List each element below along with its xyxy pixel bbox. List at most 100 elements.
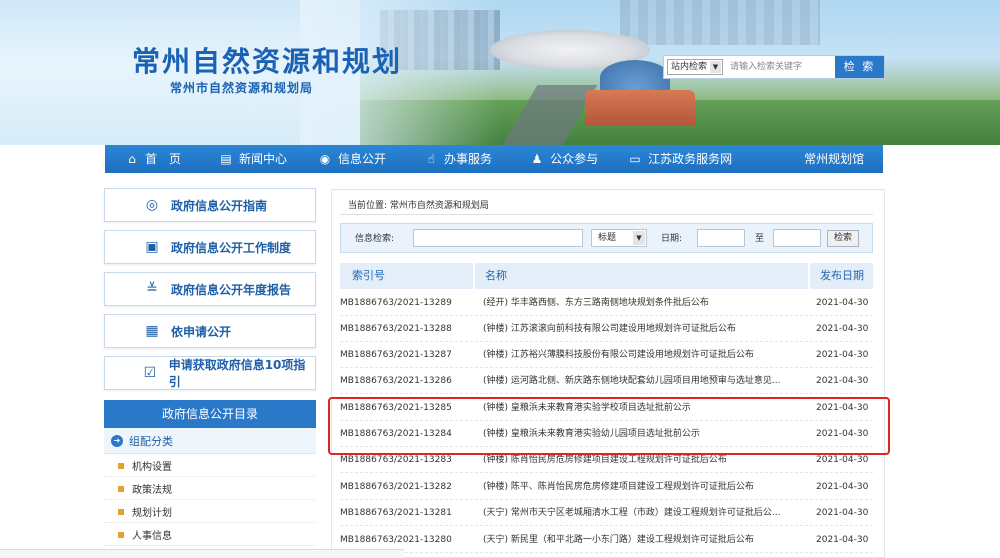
- sidebar-annual-report-button[interactable]: ≚ 政府信息公开年度报告: [104, 272, 316, 306]
- banner-skyline-far: [620, 0, 820, 45]
- table-row[interactable]: MB1886763/2021-13287 (钟楼) 江苏裕兴薄膜科技股份有限公司…: [340, 342, 873, 368]
- table-row[interactable]: MB1886763/2021-13289 (经开) 华丰路西侧、东方三路南侧地块…: [340, 290, 873, 316]
- row-title-link[interactable]: (经开) 华丰路西侧、东方三路南侧地块规划条件批后公布: [483, 290, 809, 316]
- divider: [340, 214, 873, 215]
- row-index: MB1886763/2021-13288: [340, 324, 452, 334]
- date-label: 日期:: [661, 234, 683, 244]
- row-index: MB1886763/2021-13289: [340, 298, 452, 308]
- filter-search-button[interactable]: 检索: [827, 230, 859, 247]
- sidebar-guide-button[interactable]: ◎ 政府信息公开指南: [104, 188, 316, 222]
- breadcrumb: 当前位置: 常州市自然资源和规划局: [348, 201, 489, 211]
- arrow-right-icon: ➜: [111, 434, 123, 447]
- directory-item-label: 规划计划: [132, 508, 172, 519]
- main-nav: ⌂ 首 页 ▤ 新闻中心 ◉ 信息公开 ☝ 办事服务 ♟ 公众参与 ▭ 江苏政务…: [105, 145, 883, 173]
- thumbs-up-icon: ☝: [427, 152, 435, 166]
- row-title-link[interactable]: (钟楼) 陈平、陈肖怡民房危房修建项目建设工程规划许可证批后公布: [483, 474, 809, 500]
- chevron-down-icon: ▼: [633, 231, 645, 245]
- site-subtitle: 常州市自然资源和规划局: [170, 81, 314, 95]
- row-title-link[interactable]: (钟楼) 运河路北侧、新庆路东侧地块配套幼儿园项目用地预审与选址意见...: [483, 368, 809, 394]
- sidebar-button-label: 申请获取政府信息10项指引: [168, 358, 306, 389]
- directory-item-label: 人事信息: [132, 531, 172, 542]
- search-button[interactable]: 检 索: [835, 56, 884, 78]
- nav-item-jiangsu-gov[interactable]: ▭ 江苏政务服务网: [628, 145, 732, 173]
- search-scope-label: 站内检索: [671, 62, 708, 72]
- nav-item-participation[interactable]: ♟ 公众参与: [530, 145, 598, 173]
- globe-icon: ◉: [319, 152, 331, 166]
- directory-item[interactable]: 政策法规: [104, 478, 316, 500]
- field-select[interactable]: 标题 ▼: [591, 229, 647, 247]
- bullet-icon: [118, 462, 124, 469]
- site-title: 常州自然资源和规划: [132, 45, 403, 78]
- row-title-link[interactable]: (天宁) 新民里（和平北路一小东门路）建设工程规划许可证批后公布: [483, 527, 809, 553]
- to-label: 至: [755, 234, 765, 244]
- column-divider: [473, 263, 475, 289]
- nav-item-planning-hall[interactable]: 常州规划馆: [804, 145, 864, 173]
- sidebar-button-label: 政府信息公开工作制度: [171, 240, 292, 255]
- row-index: MB1886763/2021-13286: [340, 376, 452, 386]
- nav-item-news[interactable]: ▤ 新闻中心: [219, 145, 287, 173]
- table-row[interactable]: MB1886763/2021-13280 (天宁) 新民里（和平北路一小东门路）…: [340, 527, 873, 553]
- row-index: MB1886763/2021-13281: [340, 508, 452, 518]
- row-title-link[interactable]: (天宁) 常州市天宁区老城厢清水工程（市政）建设工程规划许可证批后公...: [483, 500, 809, 526]
- row-date: 2021-04-30: [816, 324, 869, 334]
- start-date-input[interactable]: [697, 229, 745, 247]
- checklist-icon: ☑: [143, 365, 157, 381]
- field-select-value: 标题: [598, 233, 617, 243]
- chart-icon: ≚: [146, 281, 158, 297]
- table-row[interactable]: MB1886763/2021-13281 (天宁) 常州市天宁区老城厢清水工程（…: [340, 500, 873, 526]
- directory-title: 政府信息公开目录: [104, 400, 316, 428]
- column-divider: [808, 263, 810, 289]
- sidebar-button-label: 依申请公开: [171, 324, 232, 339]
- nav-item-label: 常州规划馆: [804, 152, 865, 166]
- row-index: MB1886763/2021-13287: [340, 350, 452, 360]
- banner-building: [585, 90, 695, 125]
- keyword-input[interactable]: [413, 229, 583, 247]
- row-date: 2021-04-30: [816, 508, 869, 518]
- nav-item-services[interactable]: ☝ 办事服务: [424, 145, 492, 173]
- table-row[interactable]: MB1886763/2021-13282 (钟楼) 陈平、陈肖怡民房危房修建项目…: [340, 474, 873, 500]
- row-date: 2021-04-30: [816, 535, 869, 545]
- table-row[interactable]: MB1886763/2021-13288 (钟楼) 江苏滚滚向前科技有限公司建设…: [340, 316, 873, 342]
- nav-item-home[interactable]: ⌂ 首 页: [125, 145, 181, 173]
- monitor-icon: ▭: [629, 152, 641, 166]
- end-date-input[interactable]: [773, 229, 821, 247]
- row-index: MB1886763/2021-13282: [340, 482, 452, 492]
- document-icon: ▣: [145, 239, 159, 255]
- nav-item-label: 首 页: [145, 152, 182, 166]
- bottom-strip: [0, 549, 404, 558]
- row-title-link[interactable]: (钟楼) 江苏滚滚向前科技有限公司建设用地规划许可证批后公布: [483, 316, 809, 342]
- row-title-link[interactable]: (钟楼) 江苏裕兴薄膜科技股份有限公司建设用地规划许可证批后公布: [483, 342, 809, 368]
- bullet-icon: [118, 508, 124, 515]
- bullet-icon: [118, 485, 124, 492]
- home-icon: ⌂: [128, 152, 136, 166]
- highlight-annotation: [328, 397, 890, 455]
- nav-item-label: 新闻中心: [239, 152, 288, 166]
- directory-item[interactable]: 人事信息: [104, 524, 316, 546]
- table-row[interactable]: MB1886763/2021-13286 (钟楼) 运河路北侧、新庆路东侧地块配…: [340, 368, 873, 394]
- nav-item-label: 办事服务: [444, 152, 493, 166]
- directory-item[interactable]: 机构设置: [104, 455, 316, 477]
- directory-section-label: 组配分类: [129, 434, 173, 448]
- column-header-index: 索引号: [352, 269, 385, 282]
- column-header-date: 发布日期: [820, 269, 864, 282]
- nav-item-label: 公众参与: [550, 152, 599, 166]
- chevron-down-icon: ▼: [710, 61, 721, 73]
- sidebar-button-label: 政府信息公开指南: [171, 198, 268, 213]
- directory-item-label: 机构设置: [132, 462, 172, 473]
- sidebar-guidelines-button[interactable]: ☑ 申请获取政府信息10项指引: [104, 356, 316, 390]
- compass-icon: ◎: [145, 197, 159, 213]
- row-date: 2021-04-30: [816, 298, 869, 308]
- nav-item-label: 江苏政务服务网: [648, 152, 733, 166]
- sidebar-request-button[interactable]: ▦ 依申请公开: [104, 314, 316, 348]
- bullet-icon: [118, 531, 124, 538]
- search-input[interactable]: 请输入检索关键字: [730, 59, 822, 75]
- row-date: 2021-04-30: [816, 376, 869, 386]
- directory-section[interactable]: ➜ 组配分类: [104, 428, 316, 454]
- person-icon: ♟: [531, 152, 543, 166]
- sidebar-rules-button[interactable]: ▣ 政府信息公开工作制度: [104, 230, 316, 264]
- directory-item[interactable]: 规划计划: [104, 501, 316, 523]
- filter-label: 信息检索:: [355, 234, 395, 244]
- search-scope-select[interactable]: 站内检索 ▼: [667, 59, 723, 75]
- sidebar-button-label: 政府信息公开年度报告: [171, 282, 292, 297]
- nav-item-info[interactable]: ◉ 信息公开: [318, 145, 386, 173]
